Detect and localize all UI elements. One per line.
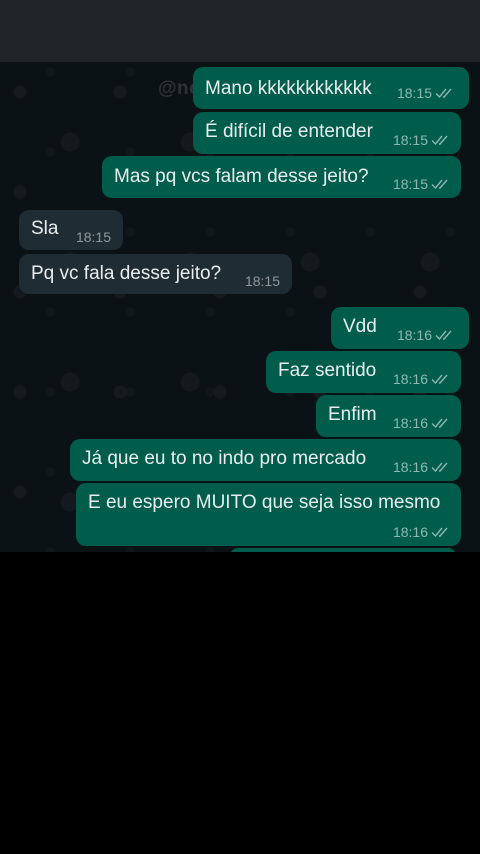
message-text: Mano kkkkkkkkkkkk bbox=[205, 78, 372, 99]
message-meta: 18:16 bbox=[393, 524, 451, 540]
double-check-icon bbox=[431, 134, 451, 146]
message-bubble-outgoing[interactable]: Enfim 18:16 bbox=[316, 395, 461, 437]
message-time: 18:15 bbox=[392, 176, 428, 192]
message-bubble-outgoing[interactable]: E eu espero MUITO que seja isso mesmo 18… bbox=[76, 483, 461, 546]
double-check-icon bbox=[431, 526, 451, 538]
blank-area bbox=[0, 552, 480, 854]
message-bubble-outgoing[interactable]: Faz sentido 18:16 bbox=[266, 351, 461, 393]
message-bubble-incoming[interactable]: Sla 18:15 bbox=[19, 210, 123, 250]
message-time: 18:16 bbox=[392, 371, 428, 387]
message-bubble-outgoing[interactable]: Vdd 18:16 bbox=[331, 307, 469, 349]
message-text: Pq vc fala desse jeito? bbox=[31, 263, 222, 284]
message-meta: 18:16 bbox=[393, 459, 451, 475]
message-text: Vdd bbox=[343, 316, 377, 337]
message-text: Mas pq vcs falam desse jeito? bbox=[114, 166, 369, 187]
message-time: 18:16 bbox=[392, 459, 428, 475]
double-check-icon bbox=[431, 373, 451, 385]
message-time: 18:15 bbox=[244, 273, 280, 289]
message-time: 18:16 bbox=[396, 327, 432, 343]
message-meta: 18:16 bbox=[393, 371, 451, 387]
message-bubble-outgoing[interactable]: Mano kkkkkkkkkkkk 18:15 bbox=[193, 67, 469, 109]
message-meta: 18:15 bbox=[245, 273, 280, 289]
message-meta: 18:16 bbox=[393, 415, 451, 431]
message-bubble-outgoing[interactable]: É difícil de entender 18:15 bbox=[193, 112, 461, 154]
message-bubble-outgoing[interactable]: Já que eu to no indo pro mercado 18:16 bbox=[70, 439, 461, 481]
message-text: É difícil de entender bbox=[205, 121, 373, 142]
top-bar bbox=[0, 0, 480, 62]
message-text: Faz sentido bbox=[278, 360, 377, 381]
message-meta: 18:15 bbox=[397, 85, 455, 101]
message-text: Enfim bbox=[328, 404, 377, 425]
double-check-icon bbox=[431, 417, 451, 429]
message-meta: 18:15 bbox=[393, 176, 451, 192]
double-check-icon bbox=[435, 87, 455, 99]
message-time: 18:15 bbox=[396, 85, 432, 101]
message-time: 18:15 bbox=[392, 132, 428, 148]
message-meta: 18:15 bbox=[76, 229, 111, 245]
message-time: 18:15 bbox=[75, 229, 111, 245]
message-meta: 18:16 bbox=[397, 327, 455, 343]
message-text: E eu espero MUITO que seja isso mesmo bbox=[88, 492, 441, 513]
message-text: Sla bbox=[31, 218, 59, 239]
double-check-icon bbox=[431, 178, 451, 190]
message-bubble-incoming[interactable]: Pq vc fala desse jeito? 18:15 bbox=[19, 254, 292, 294]
message-text: Já que eu to no indo pro mercado bbox=[82, 448, 367, 469]
double-check-icon bbox=[435, 329, 455, 341]
chat-area[interactable]: @ne Mano kkkkkkkkkkkk 18:15 É difícil de… bbox=[0, 62, 480, 552]
message-bubble-outgoing[interactable]: Mas pq vcs falam desse jeito? 18:15 bbox=[102, 156, 461, 198]
message-time: 18:16 bbox=[392, 524, 428, 540]
double-check-icon bbox=[431, 461, 451, 473]
message-meta: 18:15 bbox=[393, 132, 451, 148]
message-time: 18:16 bbox=[392, 415, 428, 431]
